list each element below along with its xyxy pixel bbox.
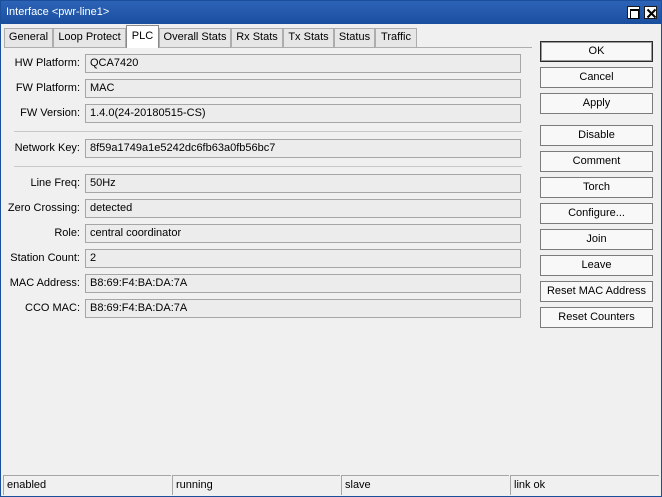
fw-version-field[interactable]: 1.4.0(24-20180515-CS)	[85, 104, 521, 123]
network-key-row: Network Key: 8f59a1749a1e5242dc6fb63a0fb…	[4, 139, 532, 159]
tab-overall-stats[interactable]: Overall Stats	[159, 28, 231, 47]
separator	[14, 131, 522, 132]
disable-button[interactable]: Disable	[540, 125, 653, 146]
network-key-field[interactable]: 8f59a1749a1e5242dc6fb63a0fb56bc7	[85, 139, 521, 158]
status-link: link ok	[510, 475, 659, 495]
station-count-label: Station Count:	[10, 252, 80, 264]
tab-rx-stats[interactable]: Rx Stats	[231, 28, 283, 47]
maximize-icon[interactable]	[627, 6, 640, 19]
reset-counters-button[interactable]: Reset Counters	[540, 307, 653, 328]
tab-tx-stats[interactable]: Tx Stats	[283, 28, 334, 47]
fw-platform-field[interactable]: MAC	[85, 79, 521, 98]
tab-plc[interactable]: PLC	[126, 25, 159, 48]
status-enabled: enabled	[3, 475, 171, 495]
fw-version-row: FW Version: 1.4.0(24-20180515-CS)	[4, 104, 532, 124]
role-field[interactable]: central coordinator	[85, 224, 521, 243]
tab-loop-protect[interactable]: Loop Protect	[53, 28, 126, 47]
line-freq-row: Line Freq: 50Hz	[4, 174, 532, 194]
status-slave: slave	[341, 475, 509, 495]
hw-platform-field[interactable]: QCA7420	[85, 54, 521, 73]
status-running: running	[172, 475, 340, 495]
configure-button[interactable]: Configure...	[540, 203, 653, 224]
close-icon[interactable]	[644, 6, 657, 19]
fw-platform-label: FW Platform:	[15, 82, 80, 94]
tab-general[interactable]: General	[4, 28, 53, 47]
mac-address-row: MAC Address: B8:69:F4:BA:DA:7A	[4, 274, 532, 294]
cancel-button[interactable]: Cancel	[540, 67, 653, 88]
title-bar[interactable]: Interface <pwr-line1>	[1, 1, 661, 24]
mac-address-field[interactable]: B8:69:F4:BA:DA:7A	[85, 274, 521, 293]
network-key-label: Network Key:	[14, 142, 80, 154]
plc-panel: HW Platform: QCA7420 FW Platform: MAC FW…	[4, 48, 532, 467]
station-count-row: Station Count: 2	[4, 249, 532, 269]
reset-mac-address-button[interactable]: Reset MAC Address	[540, 281, 653, 302]
cco-mac-row: CCO MAC: B8:69:F4:BA:DA:7A	[4, 299, 532, 319]
station-count-field[interactable]: 2	[85, 249, 521, 268]
fw-version-label: FW Version:	[20, 107, 80, 119]
hw-platform-row: HW Platform: QCA7420	[4, 54, 532, 74]
cco-mac-label: CCO MAC:	[25, 302, 80, 314]
hw-platform-label: HW Platform:	[14, 57, 80, 69]
zero-crossing-field[interactable]: detected	[85, 199, 521, 218]
zero-crossing-row: Zero Crossing: detected	[4, 199, 532, 219]
apply-button[interactable]: Apply	[540, 93, 653, 114]
separator	[14, 166, 522, 167]
comment-button[interactable]: Comment	[540, 151, 653, 172]
tab-status[interactable]: Status	[334, 28, 375, 47]
window-title: Interface <pwr-line1>	[6, 6, 110, 18]
line-freq-field[interactable]: 50Hz	[85, 174, 521, 193]
cco-mac-field[interactable]: B8:69:F4:BA:DA:7A	[85, 299, 521, 318]
tab-traffic[interactable]: Traffic	[375, 28, 417, 47]
join-button[interactable]: Join	[540, 229, 653, 250]
role-row: Role: central coordinator	[4, 224, 532, 244]
interface-window: Interface <pwr-line1> General Loop Prote…	[0, 0, 662, 497]
leave-button[interactable]: Leave	[540, 255, 653, 276]
line-freq-label: Line Freq:	[30, 177, 80, 189]
zero-crossing-label: Zero Crossing:	[7, 202, 80, 214]
ok-button[interactable]: OK	[540, 41, 653, 62]
status-bar: enabled running slave link ok	[1, 475, 661, 496]
torch-button[interactable]: Torch	[540, 177, 653, 198]
fw-platform-row: FW Platform: MAC	[4, 79, 532, 99]
mac-address-label: MAC Address:	[9, 277, 80, 289]
role-label: Role:	[54, 227, 80, 239]
